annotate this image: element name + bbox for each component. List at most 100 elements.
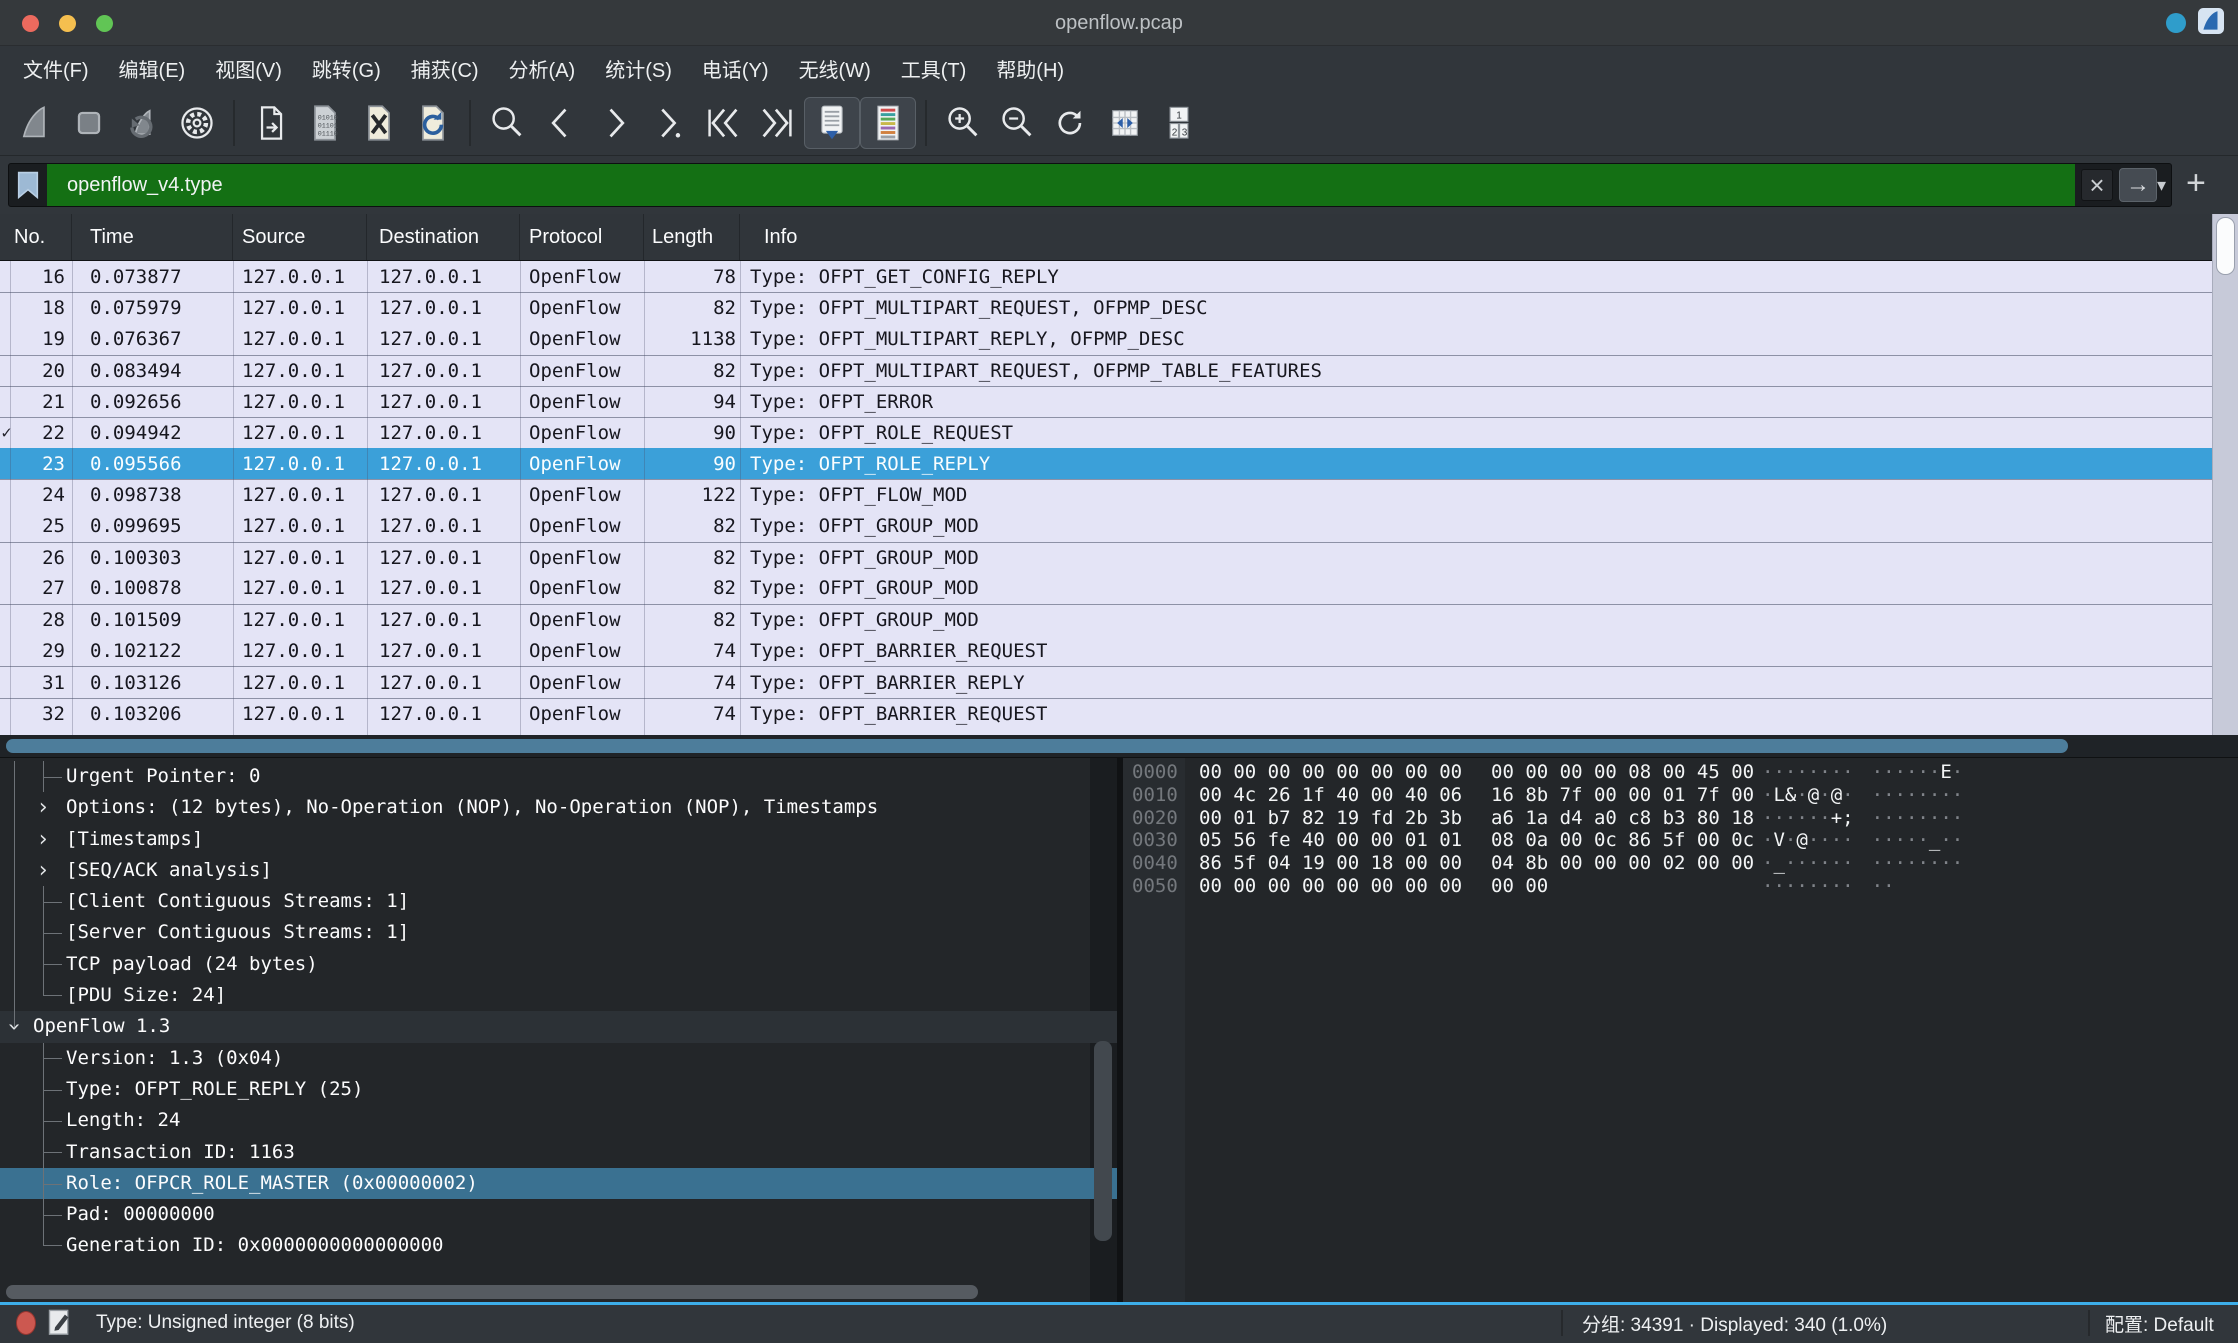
packet-row-20[interactable]: 200.083494127.0.0.1127.0.0.1OpenFlow82Ty… bbox=[0, 355, 2212, 386]
capture-comment-icon[interactable] bbox=[48, 1309, 72, 1343]
expand-arrow-icon[interactable]: › bbox=[33, 792, 53, 823]
expand-arrow-icon[interactable]: › bbox=[33, 824, 53, 855]
column-header-length[interactable]: Length bbox=[644, 214, 740, 260]
column-header-destination[interactable]: Destination bbox=[367, 214, 520, 260]
detail-row[interactable]: Length: 24 bbox=[0, 1105, 1117, 1136]
packet-row-16[interactable]: 160.073877127.0.0.1127.0.0.1OpenFlow78Ty… bbox=[0, 261, 2212, 292]
resize-columns-icon[interactable] bbox=[1098, 97, 1152, 149]
packet-row-18[interactable]: 180.075979127.0.0.1127.0.0.1OpenFlow82Ty… bbox=[0, 292, 2212, 323]
menu-analyze[interactable]: 分析(A) bbox=[494, 49, 591, 88]
column-header-protocol[interactable]: Protocol bbox=[520, 214, 644, 260]
zoom-out-icon[interactable] bbox=[990, 97, 1044, 149]
hex-row-0000[interactable]: 000000 00 00 00 00 00 00 0000 00 00 00 0… bbox=[1123, 761, 2238, 784]
vertical-scroll-thumb[interactable] bbox=[2216, 217, 2235, 275]
column-header-no[interactable]: No. bbox=[0, 214, 72, 260]
detail-row[interactable]: ›Options: (12 bytes), No-Operation (NOP)… bbox=[0, 792, 1117, 823]
filter-dropdown-caret[interactable]: ▾ bbox=[2157, 175, 2166, 196]
save-file-icon[interactable]: 010100110101110 bbox=[298, 97, 352, 149]
packet-row-26[interactable]: 260.100303127.0.0.1127.0.0.1OpenFlow82Ty… bbox=[0, 542, 2212, 573]
detail-row[interactable]: Transaction ID: 1163 bbox=[0, 1137, 1117, 1168]
menu-capture[interactable]: 捕获(C) bbox=[396, 49, 494, 88]
detail-vertical-scroll-thumb[interactable] bbox=[1094, 1041, 1112, 1241]
menu-telephony[interactable]: 电话(Y) bbox=[687, 49, 784, 88]
column-header-time[interactable]: Time bbox=[72, 214, 233, 260]
capture-options-icon[interactable] bbox=[170, 97, 224, 149]
menu-wireless[interactable]: 无线(W) bbox=[784, 49, 886, 88]
detail-row[interactable]: ›OpenFlow 1.3 bbox=[0, 1011, 1117, 1042]
ascii-bytes: ········ bbox=[1872, 807, 1964, 830]
detail-row[interactable]: Role: OFPCR_ROLE_MASTER (0x00000002) bbox=[0, 1168, 1117, 1199]
display-filter-input[interactable]: openflow_v4.type bbox=[47, 164, 2075, 206]
capture-stop-icon[interactable] bbox=[62, 97, 116, 149]
find-packet-icon[interactable] bbox=[480, 97, 534, 149]
colorize-button[interactable] bbox=[860, 97, 916, 149]
packet-row-32[interactable]: 320.103206127.0.0.1127.0.0.1OpenFlow74Ty… bbox=[0, 698, 2212, 729]
packet-row-31[interactable]: 310.103126127.0.0.1127.0.0.1OpenFlow74Ty… bbox=[0, 666, 2212, 697]
collapse-arrow-icon[interactable]: › bbox=[0, 1017, 30, 1037]
add-filter-button[interactable]: + bbox=[2186, 164, 2206, 203]
packet-row-19[interactable]: 190.076367127.0.0.1127.0.0.1OpenFlow1138… bbox=[0, 323, 2212, 354]
detail-row[interactable]: [Server Contiguous Streams: 1] bbox=[0, 917, 1117, 948]
packet-list-vertical-scrollbar[interactable] bbox=[2212, 214, 2238, 735]
menu-statistics[interactable]: 统计(S) bbox=[590, 49, 687, 88]
hex-row-0040[interactable]: 004086 5f 04 19 00 18 00 0004 8b 00 00 0… bbox=[1123, 852, 2238, 875]
detail-row[interactable]: Generation ID: 0x0000000000000000 bbox=[0, 1230, 1117, 1261]
packet-row-21[interactable]: 210.092656127.0.0.1127.0.0.1OpenFlow94Ty… bbox=[0, 386, 2212, 417]
detail-row-text: Role: OFPCR_ROLE_MASTER (0x00000002) bbox=[66, 1172, 478, 1194]
go-back-icon[interactable] bbox=[534, 97, 588, 149]
clear-filter-button[interactable]: × bbox=[2081, 169, 2113, 201]
column-grid-line bbox=[367, 261, 368, 735]
column-header-source[interactable]: Source bbox=[233, 214, 367, 260]
menu-file[interactable]: 文件(F) bbox=[8, 49, 104, 88]
apply-filter-button[interactable]: → bbox=[2119, 168, 2157, 202]
detail-row[interactable]: [PDU Size: 24] bbox=[0, 980, 1117, 1011]
packet-row-28[interactable]: 280.101509127.0.0.1127.0.0.1OpenFlow82Ty… bbox=[0, 604, 2212, 635]
close-file-icon[interactable] bbox=[352, 97, 406, 149]
packet-row-24[interactable]: 240.098738127.0.0.1127.0.0.1OpenFlow122T… bbox=[0, 479, 2212, 510]
column-header-info[interactable]: Info bbox=[740, 214, 2238, 260]
hex-row-0050[interactable]: 005000 00 00 00 00 00 00 0000 00········… bbox=[1123, 875, 2238, 898]
cell-protocol: OpenFlow bbox=[520, 703, 644, 725]
capture-restart-icon[interactable] bbox=[116, 97, 170, 149]
packet-row-25[interactable]: 250.099695127.0.0.1127.0.0.1OpenFlow82Ty… bbox=[0, 511, 2212, 542]
packet-row-23[interactable]: 230.095566127.0.0.1127.0.0.1OpenFlow90Ty… bbox=[0, 448, 2212, 479]
detail-row[interactable]: [Client Contiguous Streams: 1] bbox=[0, 886, 1117, 917]
go-last-packet-icon[interactable] bbox=[750, 97, 804, 149]
profile-status[interactable]: 配置: Default bbox=[2105, 1305, 2214, 1341]
menu-tools[interactable]: 工具(T) bbox=[886, 49, 982, 88]
go-forward-icon[interactable] bbox=[588, 97, 642, 149]
hex-row-0010[interactable]: 001000 4c 26 1f 40 00 40 0616 8b 7f 00 0… bbox=[1123, 784, 2238, 807]
menu-go[interactable]: 跳转(G) bbox=[297, 49, 396, 88]
menu-edit[interactable]: 编辑(E) bbox=[104, 49, 201, 88]
go-to-packet-icon[interactable] bbox=[642, 97, 696, 149]
hex-row-0020[interactable]: 002000 01 b7 82 19 fd 2b 3ba6 1a d4 a0 c… bbox=[1123, 807, 2238, 830]
capture-start-icon[interactable] bbox=[8, 97, 62, 149]
zoom-in-icon[interactable] bbox=[936, 97, 990, 149]
detail-row[interactable]: Type: OFPT_ROLE_REPLY (25) bbox=[0, 1074, 1117, 1105]
cell-time: 0.075979 bbox=[72, 297, 233, 319]
expert-info-icon[interactable] bbox=[16, 1311, 36, 1335]
hex-row-0030[interactable]: 003005 56 fe 40 00 00 01 0108 0a 00 0c 8… bbox=[1123, 829, 2238, 852]
packet-row-27[interactable]: 270.100878127.0.0.1127.0.0.1OpenFlow82Ty… bbox=[0, 573, 2212, 604]
expand-arrow-icon[interactable]: › bbox=[33, 855, 53, 886]
menu-help[interactable]: 帮助(H) bbox=[981, 49, 1079, 88]
detail-row[interactable]: ›[Timestamps] bbox=[0, 824, 1117, 855]
open-file-icon[interactable] bbox=[244, 97, 298, 149]
zoom-reset-icon[interactable] bbox=[1044, 97, 1098, 149]
horizontal-scroll-thumb[interactable] bbox=[6, 739, 2068, 753]
detail-row[interactable]: Pad: 00000000 bbox=[0, 1199, 1117, 1230]
go-first-packet-icon[interactable] bbox=[696, 97, 750, 149]
menu-view[interactable]: 视图(V) bbox=[200, 49, 297, 88]
detail-row[interactable]: ›[SEQ/ACK analysis] bbox=[0, 855, 1117, 886]
detail-row[interactable]: Version: 1.3 (0x04) bbox=[0, 1043, 1117, 1074]
auto-scroll-button[interactable] bbox=[804, 97, 860, 149]
detail-row[interactable]: TCP payload (24 bytes) bbox=[0, 949, 1117, 980]
detail-horizontal-scroll-thumb[interactable] bbox=[6, 1285, 978, 1299]
reload-file-icon[interactable] bbox=[406, 97, 460, 149]
packet-row-29[interactable]: 290.102122127.0.0.1127.0.0.1OpenFlow74Ty… bbox=[0, 635, 2212, 666]
packet-list-horizontal-scrollbar[interactable] bbox=[0, 735, 2238, 757]
filter-bookmark-button[interactable] bbox=[9, 164, 47, 206]
packet-row-22[interactable]: ✓220.094942127.0.0.1127.0.0.1OpenFlow90T… bbox=[0, 417, 2212, 448]
detail-row[interactable]: Urgent Pointer: 0 bbox=[0, 761, 1117, 792]
layout-icon[interactable]: 123 bbox=[1152, 97, 1206, 149]
